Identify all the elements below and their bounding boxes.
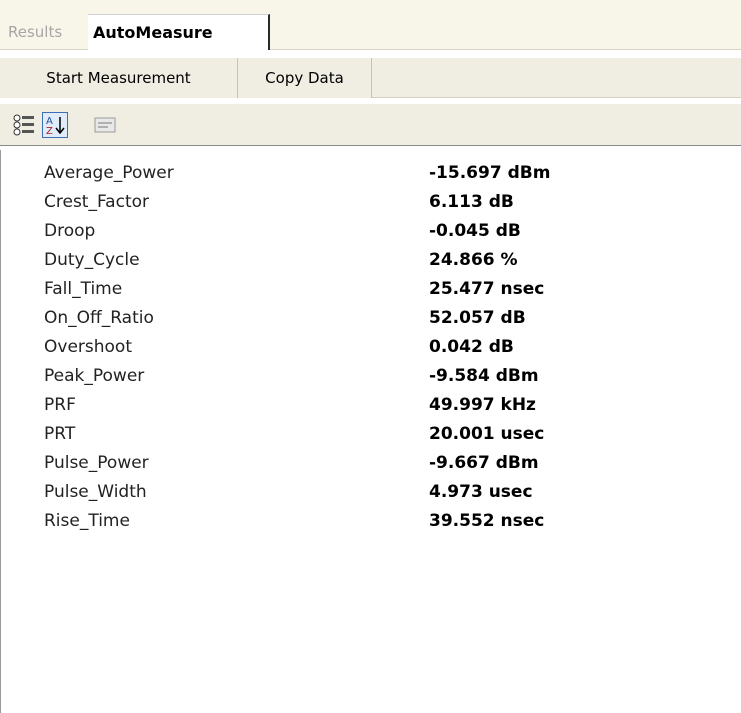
property-pages-icon[interactable] bbox=[92, 112, 118, 138]
measurement-value: 6.113 dB bbox=[429, 192, 514, 212]
measurement-name: Duty_Cycle bbox=[44, 250, 140, 270]
table-row[interactable]: Peak_Power -9.584 dBm bbox=[1, 362, 741, 391]
measurement-name: Fall_Time bbox=[44, 279, 123, 299]
measurement-value: 52.057 dB bbox=[429, 308, 526, 328]
table-row[interactable]: Crest_Factor 6.113 dB bbox=[1, 188, 741, 217]
table-row[interactable]: Pulse_Power -9.667 dBm bbox=[1, 449, 741, 478]
table-row[interactable]: Overshoot 0.042 dB bbox=[1, 333, 741, 362]
svg-text:Z: Z bbox=[46, 126, 53, 137]
measurement-value: 4.973 usec bbox=[429, 482, 533, 502]
table-row[interactable]: PRF 49.997 kHz bbox=[1, 391, 741, 420]
toolbar: Start Measurement Copy Data bbox=[0, 58, 741, 98]
measurement-value: 20.001 usec bbox=[429, 424, 545, 444]
table-row[interactable]: Fall_Time 25.477 nsec bbox=[1, 275, 741, 304]
measurement-value: -0.045 dB bbox=[429, 221, 521, 241]
measurement-name: PRF bbox=[44, 395, 76, 415]
property-grid-toolbar: A Z bbox=[0, 104, 741, 146]
table-row[interactable]: Droop -0.045 dB bbox=[1, 217, 741, 246]
measurement-name: PRT bbox=[44, 424, 76, 444]
measurement-name: Crest_Factor bbox=[44, 192, 150, 212]
table-row[interactable]: Pulse_Width 4.973 usec bbox=[1, 478, 741, 507]
start-measurement-button[interactable]: Start Measurement bbox=[0, 58, 238, 98]
measurement-value: 24.866 % bbox=[429, 250, 518, 270]
measurement-value: 49.997 kHz bbox=[429, 395, 536, 415]
measurement-grid: Average_Power -15.697 dBm Crest_Factor 6… bbox=[0, 150, 741, 713]
measurement-value: -9.667 dBm bbox=[429, 453, 539, 473]
measurement-name: On_Off_Ratio bbox=[44, 308, 154, 328]
tab-automeasure[interactable]: AutoMeasure bbox=[88, 14, 270, 50]
measurement-name: Droop bbox=[44, 221, 96, 241]
measurement-name: Pulse_Power bbox=[44, 453, 149, 473]
table-row[interactable]: Average_Power -15.697 dBm bbox=[1, 159, 741, 188]
tab-results[interactable]: Results bbox=[0, 14, 88, 50]
measurement-value: 25.477 nsec bbox=[429, 279, 545, 299]
tab-bar: Results AutoMeasure bbox=[0, 0, 741, 50]
measurement-name: Rise_Time bbox=[44, 511, 130, 531]
table-row[interactable]: Duty_Cycle 24.866 % bbox=[1, 246, 741, 275]
table-row[interactable]: Rise_Time 39.552 nsec bbox=[1, 507, 741, 536]
copy-data-button[interactable]: Copy Data bbox=[238, 58, 372, 98]
measurement-name: Average_Power bbox=[44, 163, 174, 183]
table-row[interactable]: On_Off_Ratio 52.057 dB bbox=[1, 304, 741, 333]
measurement-value: 39.552 nsec bbox=[429, 511, 545, 531]
categorized-icon[interactable] bbox=[12, 112, 38, 138]
measurement-name: Overshoot bbox=[44, 337, 132, 357]
table-row[interactable]: PRT 20.001 usec bbox=[1, 420, 741, 449]
measurement-name: Pulse_Width bbox=[44, 482, 147, 502]
measurement-value: -9.584 dBm bbox=[429, 366, 539, 386]
measurement-value: 0.042 dB bbox=[429, 337, 514, 357]
measurement-value: -15.697 dBm bbox=[429, 163, 551, 183]
sort-alphabetical-icon[interactable]: A Z bbox=[42, 112, 68, 138]
measurement-name: Peak_Power bbox=[44, 366, 145, 386]
